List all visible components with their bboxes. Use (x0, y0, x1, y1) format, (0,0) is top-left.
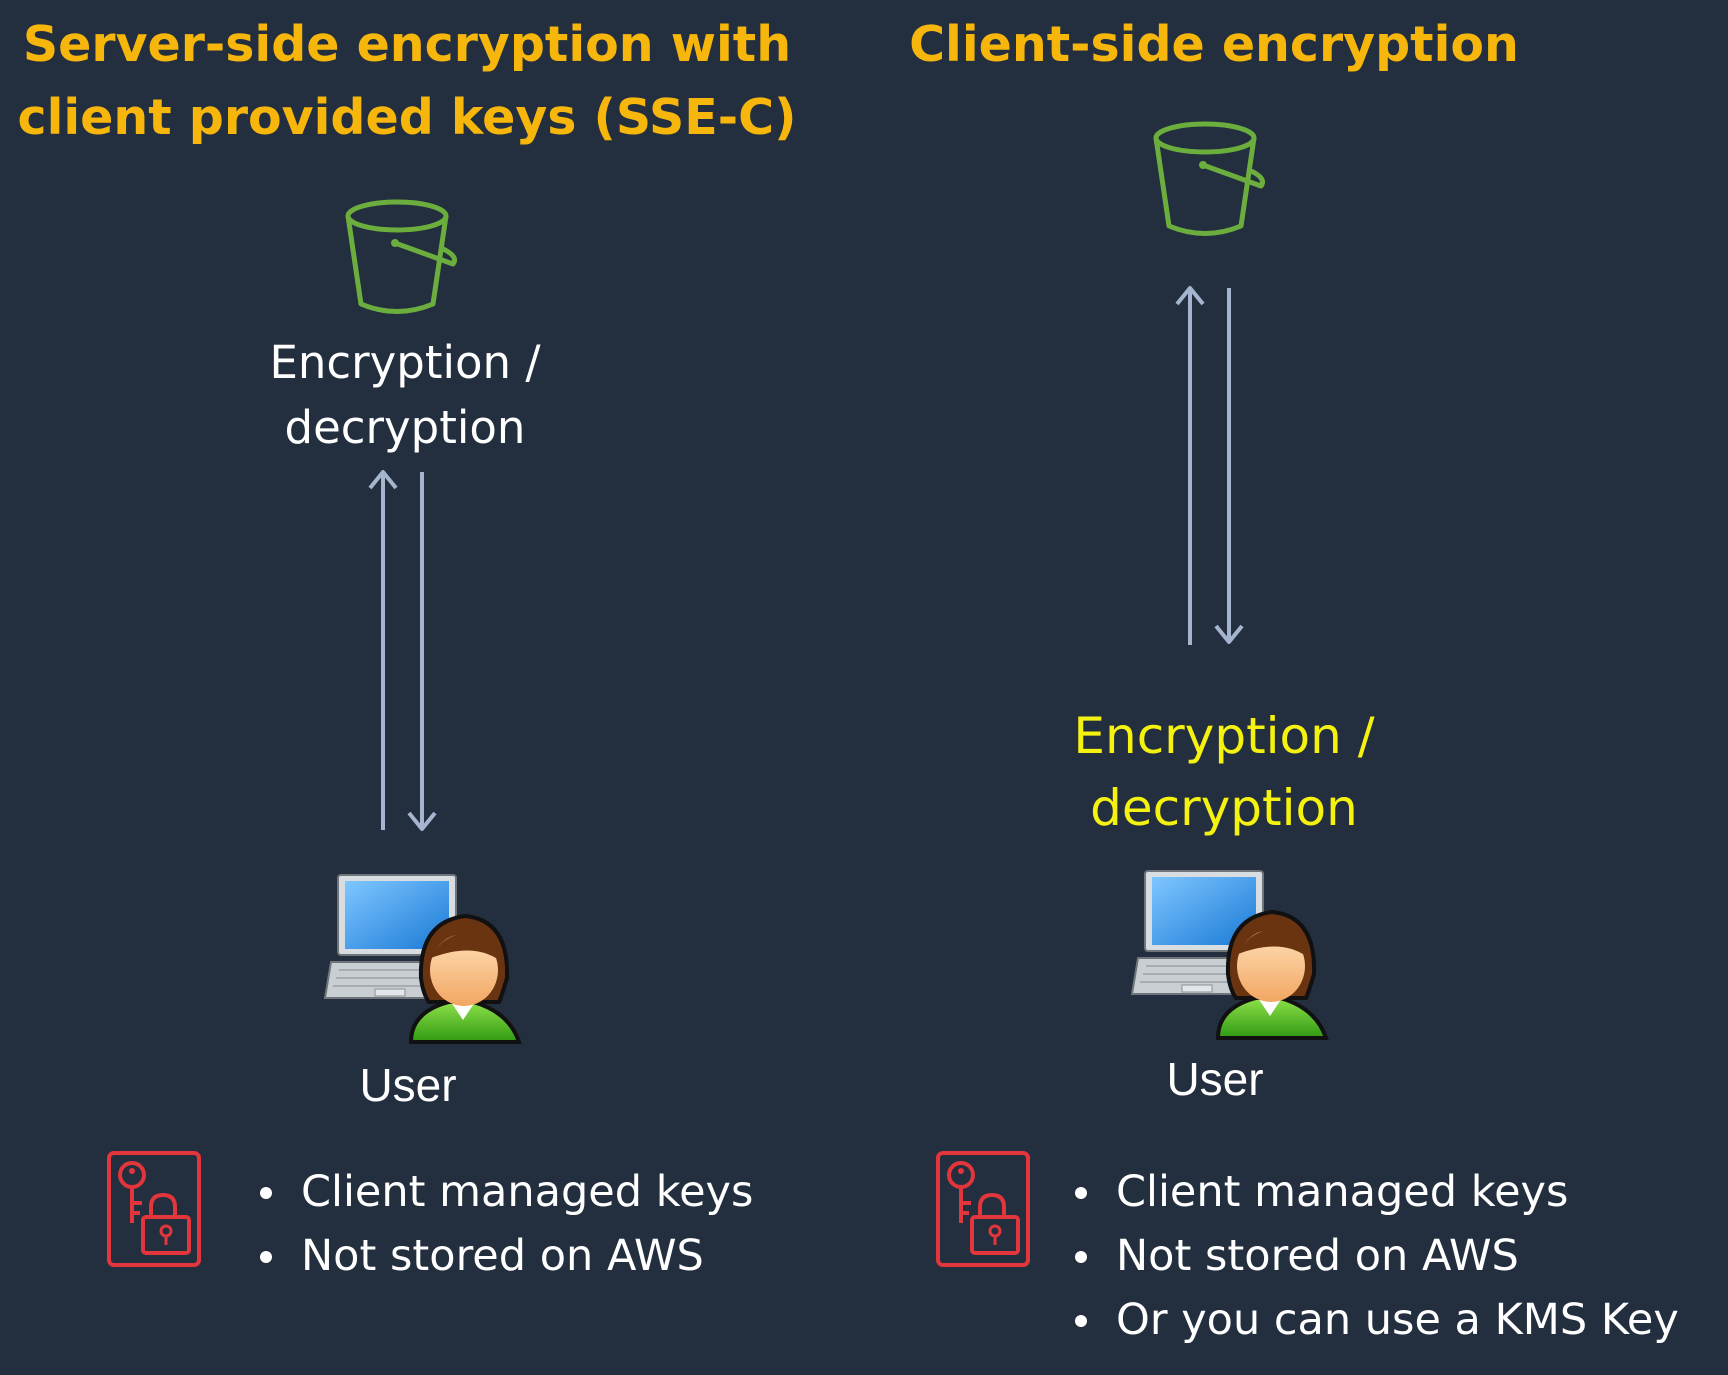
sse-c-process-label: Encryption / decryption (205, 330, 605, 460)
sse-c-process-line1: Encryption / (269, 336, 541, 389)
bucket-handle (392, 240, 456, 267)
lock-shackle (149, 1192, 177, 1217)
client-side-process-line1: Encryption / (1073, 707, 1375, 765)
client-side-process-label: Encryption / decryption (1014, 700, 1434, 844)
key-lock-icon (107, 1151, 201, 1267)
sse-c-user-label: User (359, 1059, 457, 1111)
sse-c-title-line1: Server-side encryption with (22, 16, 792, 73)
bucket-handle (1200, 162, 1264, 189)
s3-bucket-icon (1153, 121, 1265, 236)
sse-c-bullet: Client managed keys (255, 1160, 753, 1224)
sse-c-title: Server-side encryption with client provi… (0, 8, 814, 154)
client-side-bullet: Client managed keys (1070, 1160, 1679, 1224)
sse-c-bullets: Client managed keys Not stored on AWS (255, 1160, 753, 1288)
client-side-process-line2: decryption (1090, 779, 1358, 837)
s3-bucket-icon (345, 199, 457, 314)
client-side-panel: Client-side encryption Encryption / decr… (864, 0, 1728, 1375)
client-side-user-label: User (1166, 1053, 1264, 1105)
bucket-rim (345, 199, 449, 233)
bidirectional-arrows-icon (368, 470, 437, 831)
client-side-bullets: Client managed keys Not stored on AWS Or… (1070, 1160, 1679, 1352)
lock-shackle (978, 1192, 1006, 1217)
client-side-bullet: Or you can use a KMS Key (1070, 1288, 1679, 1352)
key-bow (118, 1161, 146, 1189)
bidirectional-arrows-icon (1175, 286, 1244, 645)
key-lock-icon (936, 1151, 1030, 1267)
bucket-rim (1153, 121, 1257, 155)
key-bow (947, 1161, 975, 1189)
user-laptop-icon (323, 874, 522, 1044)
client-side-bullet: Not stored on AWS (1070, 1224, 1679, 1288)
client-side-title: Client-side encryption (909, 16, 1519, 73)
user-laptop-icon (1130, 870, 1329, 1040)
sse-c-bullet: Not stored on AWS (255, 1224, 753, 1288)
sse-c-process-line2: decryption (284, 401, 526, 454)
sse-c-title-line2: client provided keys (SSE-C) (17, 89, 797, 146)
sse-c-panel: Server-side encryption with client provi… (0, 0, 864, 1375)
